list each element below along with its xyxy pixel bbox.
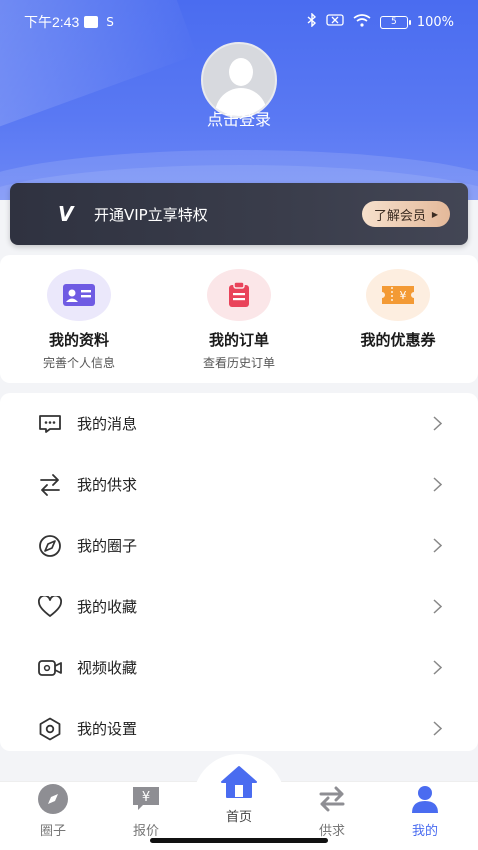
- id-card-icon: [47, 269, 111, 321]
- nav-home[interactable]: 首页: [191, 760, 287, 825]
- battery-icon: 5: [379, 15, 411, 29]
- menu-item-label: 我的消息: [77, 415, 138, 433]
- nav-quote[interactable]: ¥ 报价: [98, 784, 194, 839]
- menu-item-label: 视频收藏: [77, 659, 138, 677]
- status-bar: 下午2:43 S 5 100%: [0, 0, 478, 44]
- vip-banner[interactable]: V 开通VIP立享特权 了解会员 ▶: [10, 183, 468, 245]
- nav-mine[interactable]: 我的: [377, 784, 473, 839]
- heart-icon: [37, 594, 63, 620]
- video-icon: [37, 655, 63, 681]
- nav-label: 圈子: [39, 824, 66, 839]
- sim-icon: [326, 14, 344, 30]
- nav-label: 供求: [318, 824, 345, 839]
- bluetooth-icon: [307, 12, 317, 31]
- chevron-right-icon: [428, 537, 446, 555]
- menu-item-label: 我的设置: [77, 720, 138, 738]
- chevron-right-icon: [428, 415, 446, 433]
- battery-level: 100%: [416, 14, 454, 30]
- svg-text:¥: ¥: [400, 289, 407, 302]
- menu-item-video-favorites[interactable]: 视频收藏: [0, 637, 478, 698]
- login-link[interactable]: 点击登录: [0, 106, 478, 130]
- menu-item-label: 我的圈子: [77, 537, 138, 555]
- nav-supply-demand[interactable]: 供求: [284, 784, 380, 839]
- user-icon: [377, 784, 473, 814]
- quick-action-subtitle: 完善个人信息: [42, 356, 115, 370]
- quick-action-profile[interactable]: 我的资料 完善个人信息: [9, 269, 149, 371]
- learn-membership-label: 了解会员: [373, 208, 426, 224]
- home-icon: [191, 760, 287, 804]
- play-triangle-icon: ▶: [431, 209, 438, 219]
- learn-membership-button[interactable]: 了解会员 ▶: [361, 201, 450, 227]
- notification-icon: [84, 16, 99, 28]
- nav-circle[interactable]: 圈子: [5, 784, 101, 839]
- menu-item-label: 我的供求: [77, 476, 138, 494]
- clipboard-icon: [207, 269, 271, 321]
- quick-action-title: 我的优惠券: [360, 331, 436, 349]
- quick-action-title: 我的资料: [48, 331, 109, 349]
- menu-list: 我的消息 我的供求 我的圈子 我的收藏 视频收藏 我的设置: [0, 393, 478, 751]
- quick-action-orders[interactable]: 我的订单 查看历史订单: [169, 269, 309, 371]
- chevron-right-icon: [428, 720, 446, 738]
- menu-item-favorites[interactable]: 我的收藏: [0, 576, 478, 637]
- message-icon: [37, 411, 63, 437]
- quick-actions: 我的资料 完善个人信息 我的订单 查看历史订单 ¥ 我的优惠券: [0, 255, 478, 383]
- app-notification-icon: S: [106, 15, 114, 29]
- settings-icon: [37, 716, 63, 742]
- vip-text: 开通VIP立享特权: [94, 205, 208, 224]
- exchange-icon: [284, 784, 380, 814]
- menu-item-messages[interactable]: 我的消息: [0, 393, 478, 454]
- compass-icon: [5, 784, 101, 814]
- chevron-right-icon: [428, 476, 446, 494]
- svg-text:¥: ¥: [142, 790, 150, 805]
- chevron-right-icon: [428, 659, 446, 677]
- menu-item-circle[interactable]: 我的圈子: [0, 515, 478, 576]
- nav-label: 报价: [132, 824, 159, 839]
- chevron-right-icon: [428, 598, 446, 616]
- avatar[interactable]: [201, 42, 277, 118]
- menu-item-label: 我的收藏: [77, 598, 138, 616]
- nav-label: 我的: [411, 824, 438, 839]
- wifi-icon: [353, 13, 371, 31]
- compass-icon: [37, 533, 63, 559]
- status-time: 下午2:43: [24, 14, 80, 30]
- quick-action-subtitle: 查看历史订单: [202, 356, 275, 370]
- menu-item-settings[interactable]: 我的设置: [0, 698, 478, 759]
- quick-action-coupons[interactable]: ¥ 我的优惠券: [328, 269, 468, 354]
- home-indicator: [150, 838, 328, 843]
- coupon-icon: ¥: [366, 269, 430, 321]
- menu-item-supply-demand[interactable]: 我的供求: [0, 454, 478, 515]
- exchange-icon: [37, 472, 63, 498]
- nav-label: 首页: [225, 810, 252, 825]
- quick-action-title: 我的订单: [208, 331, 269, 349]
- vip-logo-icon: V: [58, 202, 74, 226]
- yen-icon: ¥: [98, 784, 194, 814]
